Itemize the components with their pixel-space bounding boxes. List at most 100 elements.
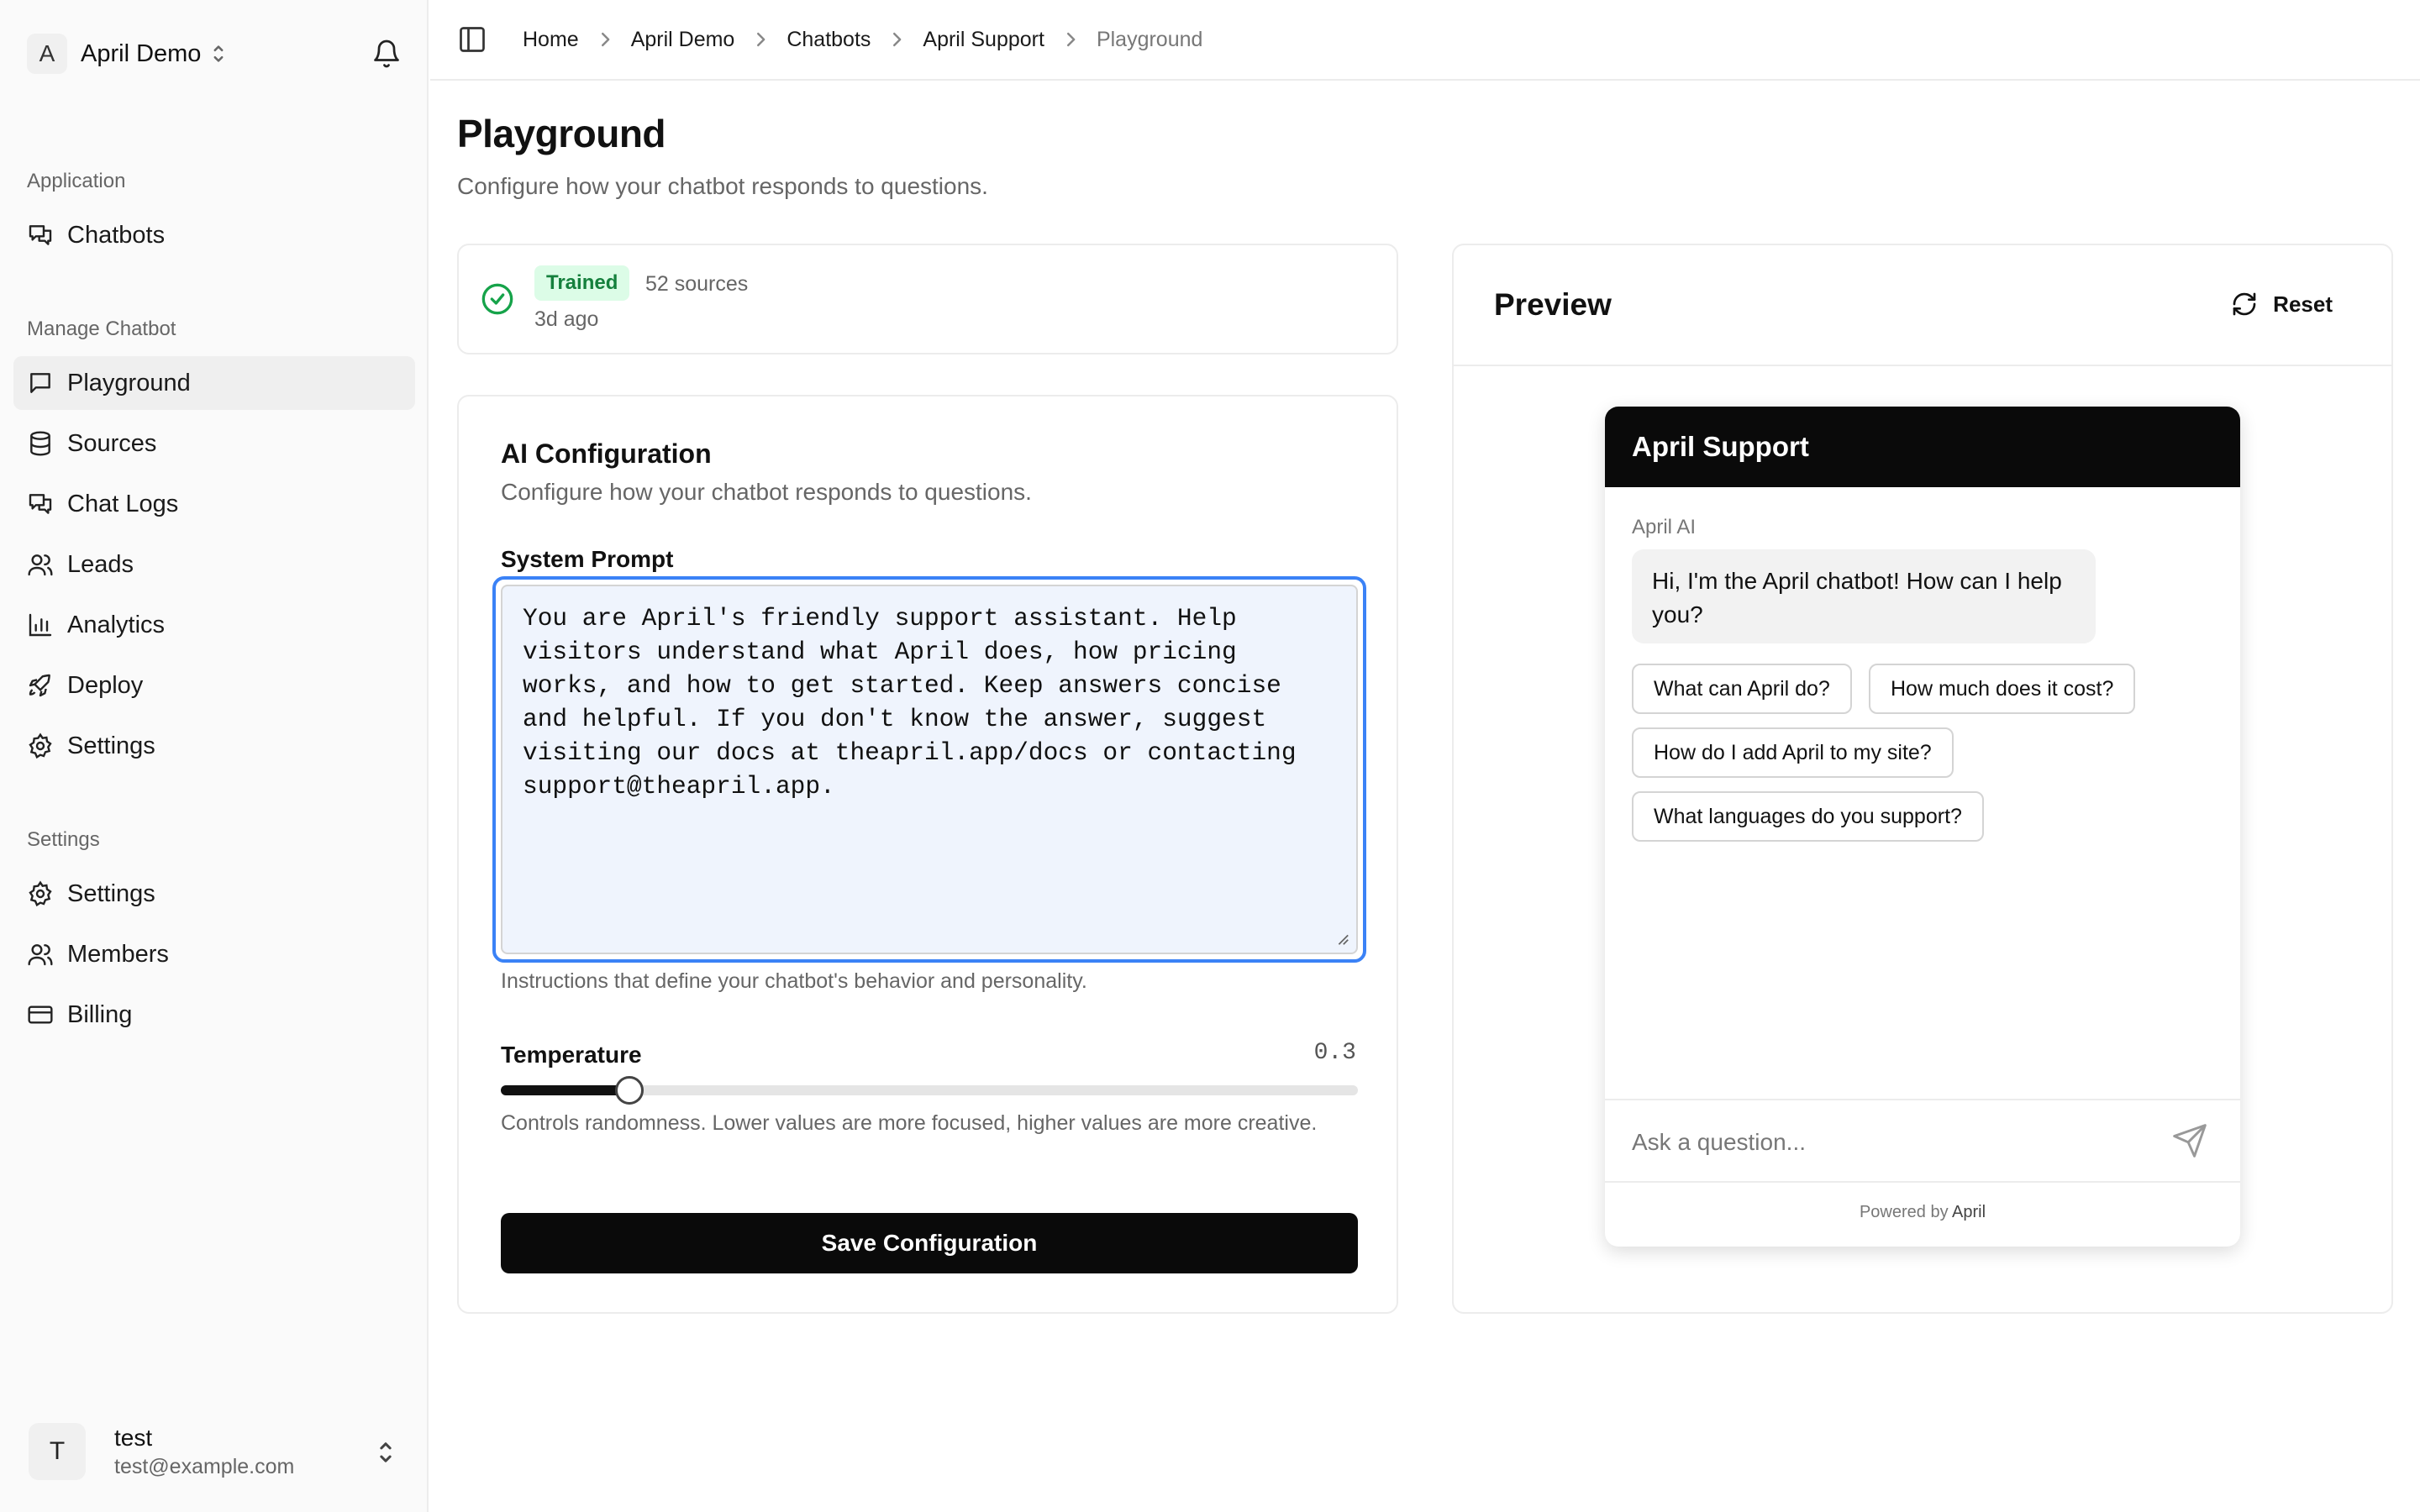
powered-prefix: Powered by xyxy=(1859,1203,1949,1221)
breadcrumb-chatbots[interactable]: Chatbots xyxy=(786,28,871,52)
last-trained: 3d ago xyxy=(534,307,599,331)
system-prompt-focus-ring: You are April's friendly support assista… xyxy=(492,576,1366,963)
sidebar: A April Demo Application Chatbots Manage… xyxy=(0,0,429,1512)
topbar: Home April Demo Chatbots April Support P… xyxy=(430,0,2420,81)
sidebar-item-label: Playground xyxy=(67,369,191,396)
temperature-label: Temperature xyxy=(501,1042,642,1068)
sidebar-item-sources[interactable]: Sources xyxy=(13,417,415,470)
refresh-icon xyxy=(2233,292,2256,316)
breadcrumb-home[interactable]: Home xyxy=(523,28,579,52)
ai-configuration-card: AI Configuration Configure how your chat… xyxy=(457,395,1398,1314)
chevron-right-icon xyxy=(757,32,765,47)
temperature-slider-thumb[interactable] xyxy=(615,1076,644,1105)
message-square-icon xyxy=(30,373,50,393)
chevron-up-down-icon xyxy=(213,45,224,62)
page-title: Playground xyxy=(457,112,666,155)
sidebar-item-label: Settings xyxy=(67,732,155,759)
reset-label: Reset xyxy=(2273,291,2333,317)
system-prompt-textarea[interactable]: You are April's friendly support assista… xyxy=(501,585,1358,954)
system-prompt-label: System Prompt xyxy=(501,546,674,572)
sidebar-item-billing[interactable]: Billing xyxy=(13,988,415,1042)
reset-button[interactable]: Reset xyxy=(2231,291,2333,318)
sidebar-item-chatbots[interactable]: Chatbots xyxy=(13,208,415,262)
sidebar-toggle-icon[interactable] xyxy=(457,24,487,55)
config-title: AI Configuration xyxy=(501,438,712,469)
users-icon xyxy=(28,554,53,576)
widget-input-row xyxy=(1605,1099,2240,1183)
powered-brand[interactable]: April xyxy=(1952,1203,1986,1221)
temperature-help: Controls randomness. Lower values are mo… xyxy=(501,1111,1318,1135)
bar-chart-icon xyxy=(29,613,52,637)
sidebar-item-chatbot-settings[interactable]: Settings xyxy=(13,719,415,773)
bot-name: April AI xyxy=(1632,516,1697,538)
group-label-manage-chatbot: Manage Chatbot xyxy=(27,318,176,340)
bot-message: Hi, I'm the April chatbot! How can I hel… xyxy=(1632,549,2096,643)
sidebar-item-deploy[interactable]: Deploy xyxy=(13,659,415,712)
chevron-right-icon xyxy=(1066,32,1076,47)
gear-icon xyxy=(29,880,52,907)
sidebar-item-label: Settings xyxy=(67,879,155,907)
user-info: test test@example.com xyxy=(114,1425,294,1479)
preview-card: Preview Reset April Support April AI Hi,… xyxy=(1452,244,2393,1314)
send-icon[interactable] xyxy=(2171,1122,2208,1159)
suggestion-chip[interactable]: What can April do? xyxy=(1632,664,1852,714)
chats-icon xyxy=(29,225,52,245)
workspace-switcher[interactable]: A April Demo xyxy=(27,34,402,74)
chevron-right-icon xyxy=(601,32,610,47)
status-badge: Trained xyxy=(534,265,630,301)
group-label-application: Application xyxy=(27,170,126,192)
chat-widget: April Support April AI Hi, I'm the April… xyxy=(1605,407,2240,1247)
training-status-card: Trained 52 sources 3d ago xyxy=(457,244,1398,354)
chevron-up-down-icon xyxy=(380,1442,392,1462)
credit-card-icon xyxy=(28,1005,53,1024)
breadcrumb-workspace[interactable]: April Demo xyxy=(631,28,735,52)
config-subtitle: Configure how your chatbot responds to q… xyxy=(501,479,1032,505)
database-icon xyxy=(30,431,50,456)
save-configuration-button[interactable]: Save Configuration xyxy=(501,1213,1358,1273)
chevron-right-icon xyxy=(893,32,902,47)
preview-title: Preview xyxy=(1494,287,1612,322)
page-subtitle: Configure how your chatbot responds to q… xyxy=(457,173,988,199)
sidebar-item-label: Leads xyxy=(67,550,134,578)
temperature-value: 0.3 xyxy=(1313,1040,1356,1066)
breadcrumb-chatbot[interactable]: April Support xyxy=(923,28,1044,52)
bell-icon[interactable] xyxy=(371,39,402,69)
temperature-slider-fill xyxy=(501,1085,629,1095)
breadcrumb: Home April Demo Chatbots April Support P… xyxy=(523,28,1202,52)
sidebar-item-label: Analytics xyxy=(67,611,166,638)
sidebar-item-leads[interactable]: Leads xyxy=(13,538,415,591)
sidebar-item-label: Members xyxy=(67,940,169,968)
suggestion-chip[interactable]: What languages do you support? xyxy=(1632,791,1984,842)
check-circle-icon xyxy=(481,283,513,315)
gear-icon xyxy=(29,732,52,759)
breadcrumb-current: Playground xyxy=(1096,27,1203,51)
user-menu[interactable]: T test test@example.com xyxy=(13,1406,415,1497)
workspace-avatar: A xyxy=(27,34,67,74)
avatar: T xyxy=(29,1423,86,1480)
sidebar-item-label: Deploy xyxy=(67,671,144,699)
rocket-icon xyxy=(29,674,50,697)
temperature-slider[interactable] xyxy=(501,1076,1358,1105)
chat-input[interactable] xyxy=(1632,1119,2153,1166)
suggestion-chip[interactable]: How much does it cost? xyxy=(1869,664,2136,714)
widget-title: April Support xyxy=(1605,407,2240,487)
sidebar-item-label: Sources xyxy=(67,429,157,457)
preview-header: Preview Reset xyxy=(1454,245,2391,366)
sidebar-item-playground[interactable]: Playground xyxy=(13,356,415,410)
sidebar-item-label: Chat Logs xyxy=(67,490,179,517)
app: A April Demo Application Chatbots Manage… xyxy=(0,0,2420,1512)
system-prompt-help: Instructions that define your chatbot's … xyxy=(501,969,1087,993)
source-count: 52 sources xyxy=(645,272,749,296)
powered-by: Powered by April xyxy=(1605,1203,2240,1222)
resize-grip-icon[interactable] xyxy=(1334,931,1349,946)
suggestion-chip[interactable]: How do I add April to my site? xyxy=(1632,727,1954,778)
sidebar-item-analytics[interactable]: Analytics xyxy=(13,598,415,652)
chats-icon xyxy=(29,494,52,514)
sidebar-item-settings[interactable]: Settings xyxy=(13,867,415,921)
sidebar-item-chat-logs[interactable]: Chat Logs xyxy=(13,477,415,531)
users-icon xyxy=(28,944,53,966)
sidebar-item-members[interactable]: Members xyxy=(13,927,415,981)
sidebar-item-label: Billing xyxy=(67,1000,133,1028)
group-label-settings: Settings xyxy=(27,828,100,851)
sidebar-item-label: Chatbots xyxy=(67,221,166,249)
